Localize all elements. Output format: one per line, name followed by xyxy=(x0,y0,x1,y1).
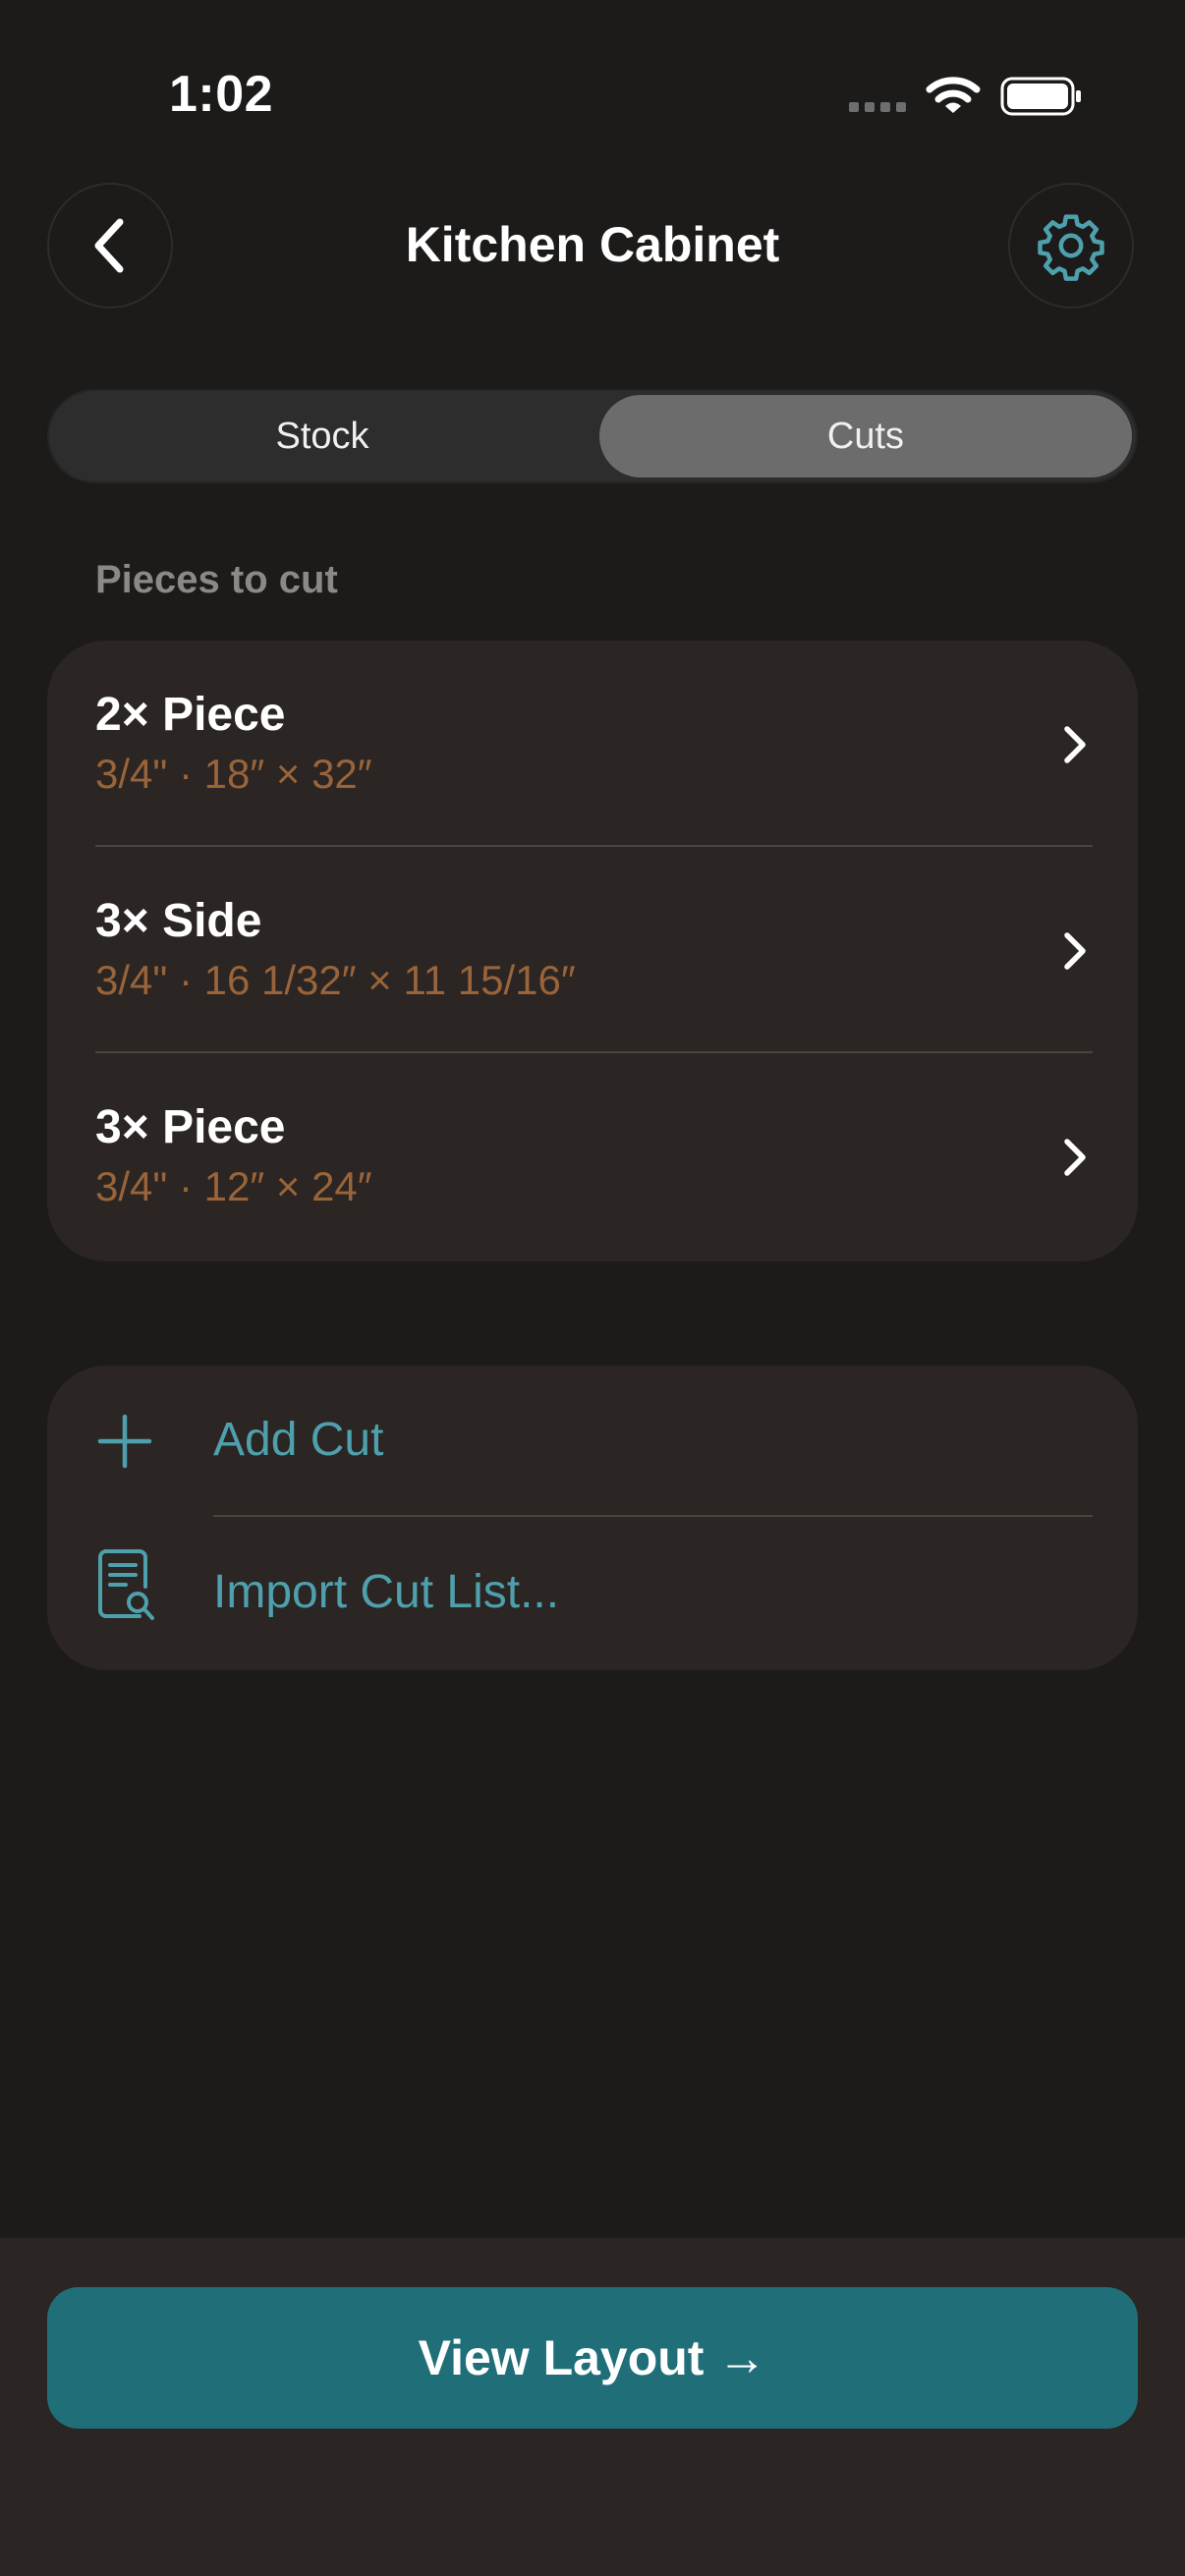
cut-row[interactable]: 3× Side 3/4" · 16 1/32″ × 11 15/16″ xyxy=(47,847,1138,1053)
cut-title: 3× Piece xyxy=(95,1101,286,1153)
stock-cuts-segmented-control: Stock Cuts xyxy=(47,389,1138,483)
add-cut-button[interactable]: Add Cut xyxy=(47,1366,1138,1518)
gear-icon xyxy=(1038,214,1104,281)
section-label: Pieces to cut xyxy=(95,558,338,601)
settings-button[interactable] xyxy=(1008,183,1134,308)
chevron-right-icon xyxy=(1064,726,1086,763)
plus-icon xyxy=(97,1414,152,1469)
screen: 1:02 Kitchen Cabinet Stock Cuts Pieces t… xyxy=(0,0,1185,2576)
wifi-icon xyxy=(926,77,981,113)
signal-dots-icon xyxy=(849,102,906,112)
chevron-right-icon xyxy=(1064,932,1086,970)
cut-row[interactable]: 3× Piece 3/4" · 12″ × 24″ xyxy=(47,1053,1138,1260)
cut-row[interactable]: 2× Piece 3/4" · 18″ × 32″ xyxy=(47,641,1138,847)
document-search-icon xyxy=(98,1549,154,1620)
battery-icon xyxy=(1000,77,1081,116)
view-layout-button[interactable]: View Layout → xyxy=(47,2287,1138,2429)
import-cut-list-button[interactable]: Import Cut List... xyxy=(47,1518,1138,1670)
cut-dimensions: 3/4" · 16 1/32″ × 11 15/16″ xyxy=(95,957,576,1003)
segment-stock[interactable]: Stock xyxy=(53,395,592,477)
cut-title: 3× Side xyxy=(95,895,262,947)
add-cut-label: Add Cut xyxy=(213,1414,384,1466)
import-cut-list-label: Import Cut List... xyxy=(213,1566,560,1618)
cut-dimensions: 3/4" · 12″ × 24″ xyxy=(95,1163,372,1209)
bottom-bar: View Layout → xyxy=(0,2238,1185,2576)
row-divider xyxy=(213,1515,1093,1517)
cut-dimensions: 3/4" · 18″ × 32″ xyxy=(95,751,372,797)
segment-cuts[interactable]: Cuts xyxy=(599,395,1132,477)
status-time: 1:02 xyxy=(169,66,274,123)
cut-actions: Add Cut Import Cut List... xyxy=(47,1366,1138,1670)
cut-title: 2× Piece xyxy=(95,689,286,741)
chevron-right-icon xyxy=(1064,1139,1086,1176)
cuts-list: 2× Piece 3/4" · 18″ × 32″ 3× Side 3/4" ·… xyxy=(47,641,1138,1261)
